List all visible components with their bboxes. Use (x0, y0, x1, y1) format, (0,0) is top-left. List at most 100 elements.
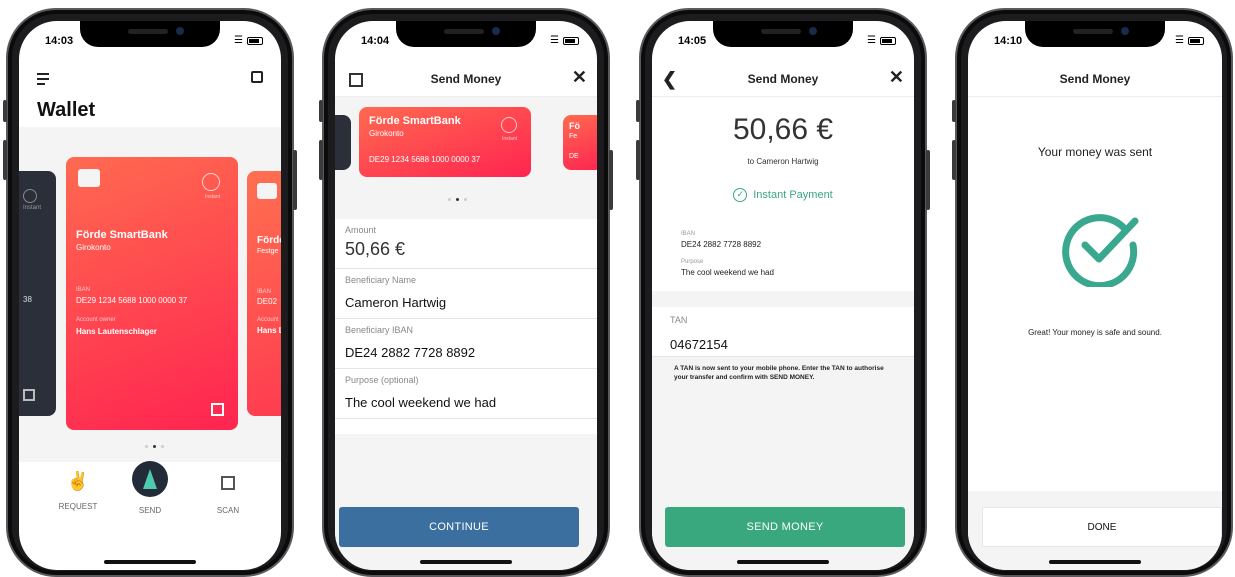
beneficiary-name-field[interactable]: Beneficiary Name Cameron Hartwig (335, 269, 597, 319)
tan-input[interactable]: 04672154 (670, 337, 728, 352)
tab-scan[interactable]: SCAN (211, 476, 245, 515)
wifi-icon: ☰ (1175, 35, 1184, 46)
home-indicator[interactable] (420, 560, 512, 564)
card-instant-label: Instant (23, 205, 42, 211)
done-button[interactable]: DONE (982, 507, 1222, 547)
wifi-icon: ☰ (867, 35, 876, 46)
menu-icon[interactable] (37, 73, 49, 85)
screen-wallet: 14:03 ☰ Wallet Instant 38 Instant Förde … (19, 21, 281, 570)
navbar-title: Send Money (747, 71, 819, 86)
card-carousel[interactable]: Instant 38 Instant Förde SmartBank Girok… (19, 127, 281, 462)
field-label: Beneficiary Name (345, 275, 417, 285)
card-bank-name: Fö (569, 121, 580, 131)
card-bank-name: Förde SmartBank (76, 229, 168, 241)
card-bank-name: Förde SmartBank (369, 115, 461, 127)
wifi-icon: ☰ (550, 35, 559, 46)
success-check-icon (1061, 207, 1141, 290)
beneficiary-iban-input[interactable]: DE24 2882 7728 8892 (345, 345, 587, 360)
send-money-button[interactable]: SEND MONEY (665, 507, 905, 547)
instant-payment-badge: ✓ Instant Payment (652, 188, 914, 202)
status-icons: ☰ (550, 35, 579, 46)
battery-icon (880, 36, 896, 45)
card-instant-label: Instant (204, 194, 220, 200)
tab-request[interactable]: ✌ REQUEST (57, 471, 99, 511)
purpose-field[interactable]: Purpose (optional) The cool weekend we h… (335, 369, 597, 419)
status-time: 14:04 (361, 35, 390, 47)
screen-confirm: 14:05 ☰ ❮ Send Money ✕ 50,66 € to Camero… (652, 21, 914, 570)
iban-label: IBAN (681, 231, 696, 237)
beneficiary-iban-field[interactable]: Beneficiary IBAN DE24 2882 7728 8892 (335, 319, 597, 369)
card-owner: Hans Lautenschlager (76, 327, 157, 336)
card-iban: DE29 1234 5688 1000 0000 37 (369, 155, 481, 164)
tab-send-label: SEND (138, 506, 162, 515)
card-instant-label: Instant (501, 136, 517, 142)
page-title: Wallet (37, 99, 96, 121)
recipient-text: to Cameron Hartwig (747, 157, 819, 166)
carousel-dots (145, 445, 164, 448)
status-icons: ☰ (234, 35, 263, 46)
card-carousel[interactable]: Förde SmartBank Girokonto DE29 1234 5688… (335, 97, 597, 219)
home-indicator[interactable] (1049, 560, 1141, 564)
purpose-value: The cool weekend we had (681, 268, 774, 277)
card-owner-label: Account owner (76, 317, 116, 323)
qr-scan-icon (221, 476, 235, 490)
instant-check-icon (202, 173, 220, 191)
home-indicator[interactable] (104, 560, 196, 564)
card-account-type: Girokonto (76, 243, 111, 252)
instant-check-icon (23, 189, 37, 203)
close-icon[interactable]: ✕ (889, 67, 904, 88)
chip-icon (257, 183, 277, 199)
field-label: Purpose (optional) (345, 375, 419, 385)
success-message: Great! Your money is safe and sound. (1028, 328, 1162, 337)
carousel-dots (448, 198, 467, 201)
phone-send-form: 14:04 ☰ Send Money ✕ Förde SmartBank Gir… (319, 8, 613, 577)
card-iban: DE (569, 153, 579, 160)
card-iban: DE29 1234 5688 1000 0000 37 (76, 296, 188, 305)
inbox-icon[interactable] (251, 71, 263, 83)
tab-send[interactable]: SEND (130, 461, 170, 515)
check-circle-icon: ✓ (733, 188, 748, 202)
close-icon[interactable]: ✕ (572, 67, 587, 88)
card-owner-label: Account (257, 317, 279, 323)
stage: 14:03 ☰ Wallet Instant 38 Instant Förde … (0, 0, 1235, 577)
battery-icon (247, 36, 263, 45)
card-owner: Hans L (257, 326, 281, 335)
phone-wallet: 14:03 ☰ Wallet Instant 38 Instant Förde … (3, 8, 297, 577)
back-chevron-icon[interactable]: ❮ (662, 69, 677, 90)
account-card[interactable]: Förde SmartBank Girokonto DE29 1234 5688… (359, 107, 531, 177)
amount-input[interactable]: 50,66 € (345, 239, 587, 260)
qr-icon[interactable] (349, 73, 363, 87)
phone-success: 14:10 ☰ Send Money Your money was sent G… (952, 8, 1233, 577)
qr-icon[interactable] (211, 403, 224, 416)
battery-icon (1188, 36, 1204, 45)
card-iban-fragment: 38 (23, 295, 32, 304)
card-right-partial[interactable]: Fö Fe DE (563, 115, 597, 170)
card-left-partial[interactable]: Instant 38 (19, 171, 56, 416)
phone-confirm: 14:05 ☰ ❮ Send Money ✕ 50,66 € to Camero… (636, 8, 930, 577)
card-iban-label: IBAN (257, 289, 272, 295)
purpose-input[interactable]: The cool weekend we had (345, 395, 587, 410)
card-left-partial[interactable] (335, 115, 351, 170)
amount-field[interactable]: Amount 50,66 € (335, 219, 597, 269)
navbar-title: Send Money (430, 71, 502, 86)
beneficiary-name-input[interactable]: Cameron Hartwig (345, 295, 587, 310)
send-form: Amount 50,66 € Beneficiary Name Cameron … (335, 219, 597, 419)
card-bank-name: Förde (257, 235, 281, 246)
card-account-type: Fe (569, 133, 578, 140)
instant-payment-label: Instant Payment (753, 188, 833, 201)
success-heading: Your money was sent (1037, 145, 1153, 159)
navbar: ❮ Send Money ✕ (652, 61, 914, 97)
status-time: 14:03 (45, 35, 74, 47)
continue-button[interactable]: CONTINUE (339, 507, 579, 547)
card-right-partial[interactable]: Förde Festge IBAN DE02 Account Hans L (247, 171, 281, 416)
card-account-type: Girokonto (369, 129, 404, 138)
battery-icon (563, 36, 579, 45)
card-iban: DE02 (257, 297, 278, 306)
field-label: Beneficiary IBAN (345, 325, 414, 335)
tan-field[interactable]: TAN 04672154 (652, 307, 914, 357)
navbar: Send Money (968, 61, 1222, 97)
account-card[interactable]: Instant Förde SmartBank Girokonto IBAN D… (66, 157, 238, 430)
card-account-type: Festge (257, 248, 279, 255)
home-indicator[interactable] (737, 560, 829, 564)
chip-icon (78, 169, 100, 187)
